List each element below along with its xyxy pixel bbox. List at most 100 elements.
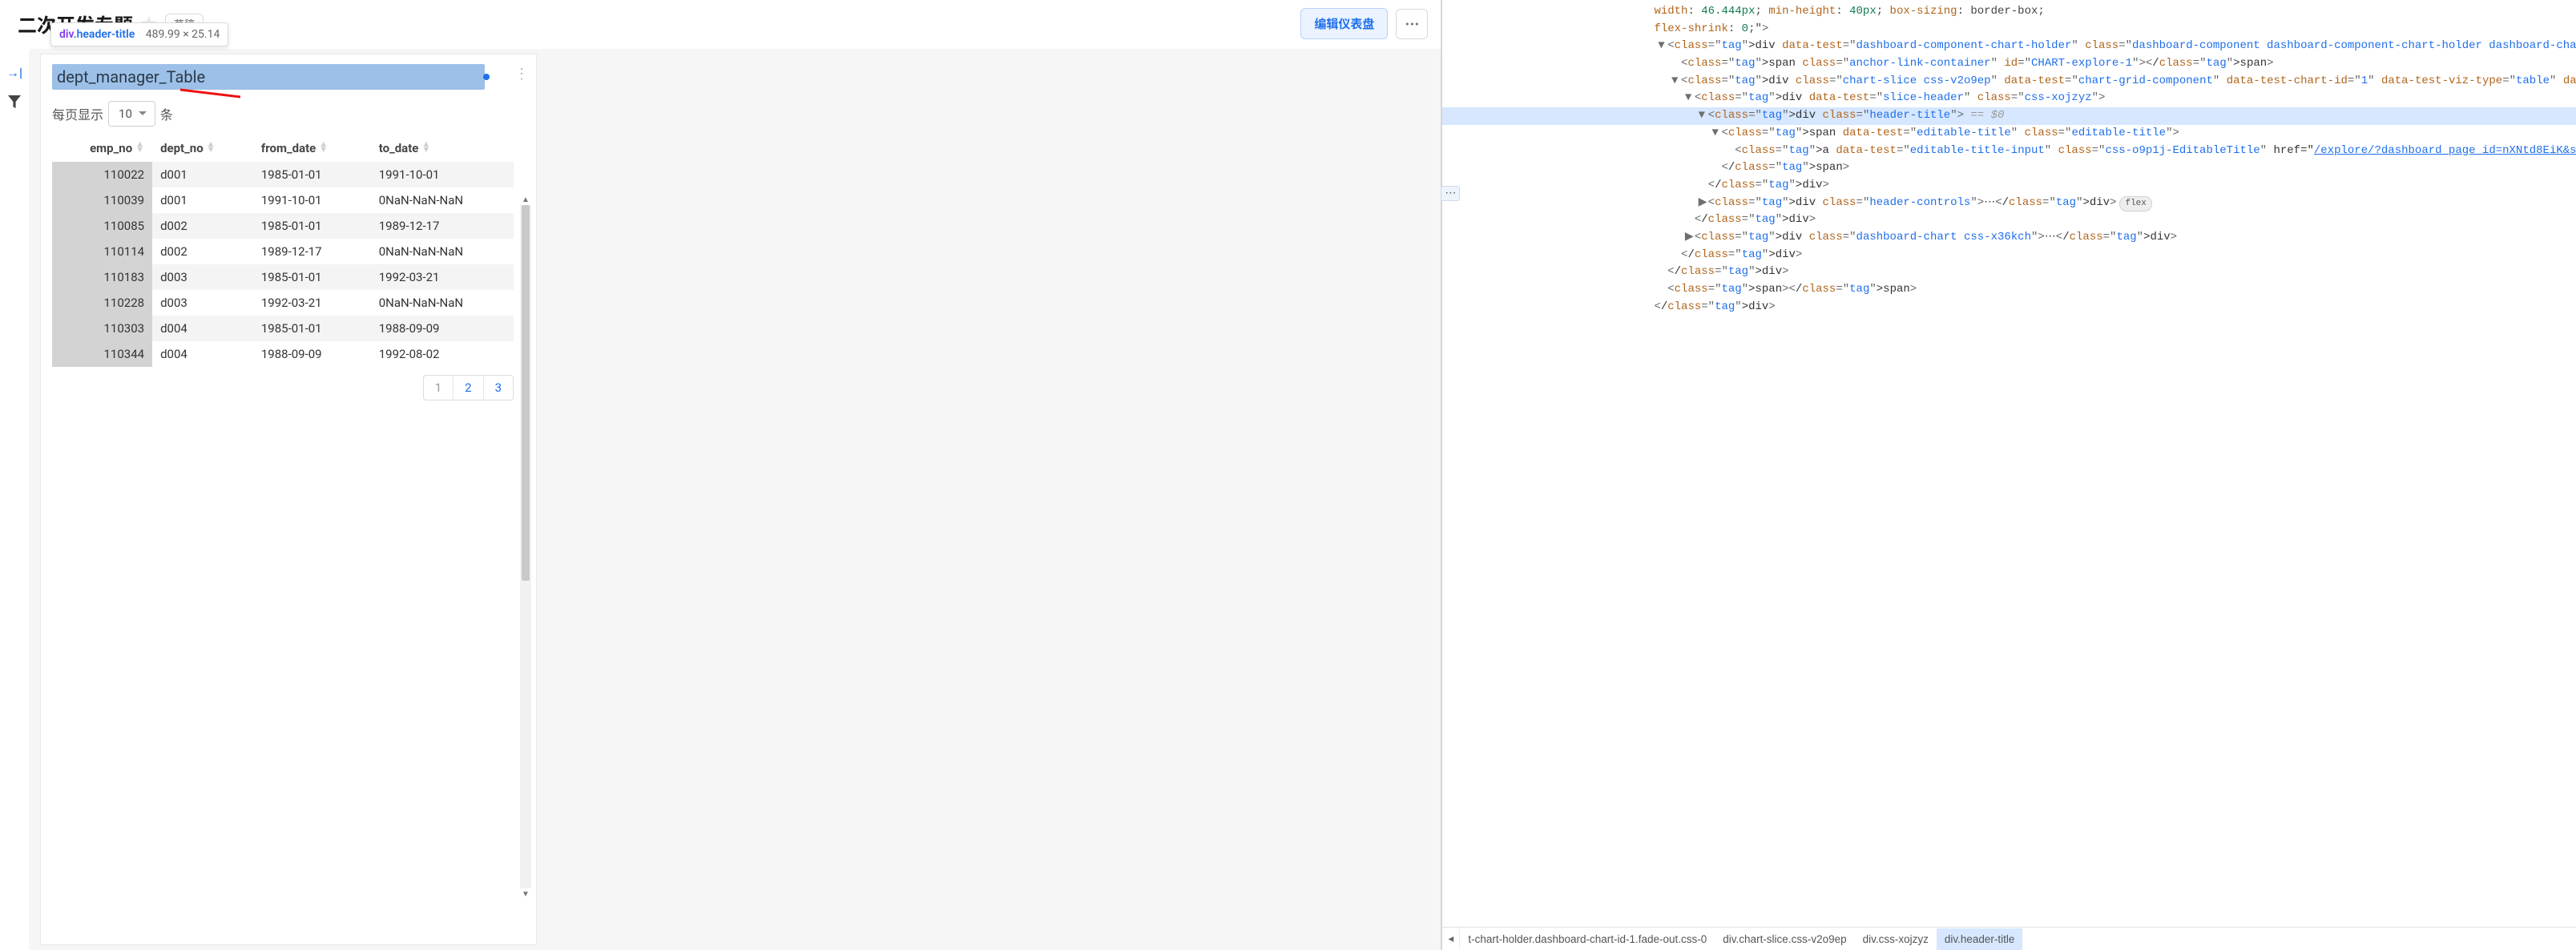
table-header-row: emp_no▲▼ dept_no▲▼ from_date▲▼ to_date▲▼ <box>52 135 514 162</box>
cell-from_date: 1985-01-01 <box>253 316 371 341</box>
dom-node[interactable]: ▼<class="tag">div class="chart-slice css… <box>1442 73 2576 91</box>
table-row[interactable]: 110085d0021985-01-011989-12-17 <box>52 213 514 239</box>
cell-emp_no: 110344 <box>52 341 152 367</box>
cell-emp_no: 110039 <box>52 187 152 213</box>
page-size-row: 每页显示 10 条 <box>52 101 514 127</box>
cell-dept_no: d003 <box>152 290 253 316</box>
dom-inline-style[interactable]: width: 46.444px; min-height: 40px; box-s… <box>1442 3 2576 21</box>
cell-to_date: 0NaN-NaN-NaN <box>371 290 514 316</box>
side-rail: →| <box>0 49 29 950</box>
devtools-pane: ⋯ width: 46.444px; min-height: 40px; box… <box>1442 0 2576 950</box>
cell-to_date: 0NaN-NaN-NaN <box>371 187 514 213</box>
table-row[interactable]: 110022d0011985-01-011991-10-01 <box>52 162 514 187</box>
cell-to_date: 1989-12-17 <box>371 213 514 239</box>
devtools-row-actions-icon[interactable]: ⋯ <box>1441 186 1460 201</box>
page-1[interactable]: 1 <box>424 376 453 400</box>
chart-menu-icon[interactable]: ⋮ <box>514 66 530 83</box>
table-row[interactable]: 110303d0041985-01-011988-09-09 <box>52 316 514 341</box>
table-row[interactable]: 110228d0031992-03-210NaN-NaN-NaN <box>52 290 514 316</box>
page-size-label-after: 条 <box>160 104 173 123</box>
cell-dept_no: d001 <box>152 187 253 213</box>
dom-node[interactable]: </class="tag">div> <box>1442 264 2576 281</box>
col-dept_no[interactable]: dept_no▲▼ <box>152 135 253 162</box>
cell-to_date: 1992-08-02 <box>371 341 514 367</box>
dom-node[interactable]: </class="tag">span> <box>1442 159 2576 177</box>
cell-from_date: 1988-09-09 <box>253 341 371 367</box>
col-emp_no[interactable]: emp_no▲▼ <box>52 135 152 162</box>
table-row[interactable]: 110114d0021989-12-170NaN-NaN-NaN <box>52 239 514 264</box>
chart-title-text: dept_manager_Table <box>57 67 205 87</box>
cell-from_date: 1989-12-17 <box>253 239 371 264</box>
table-scrollbar[interactable]: ▲ ▼ <box>520 205 531 888</box>
page-size-select[interactable]: 10 <box>108 101 155 127</box>
table-row[interactable]: 110039d0011991-10-010NaN-NaN-NaN <box>52 187 514 213</box>
dom-node[interactable]: </class="tag">div> <box>1442 211 2576 229</box>
tooltip-dimensions: 489.99 × 25.14 <box>146 28 220 41</box>
page-3[interactable]: 3 <box>483 376 513 400</box>
edit-dashboard-button[interactable]: 编辑仪表盘 <box>1300 8 1388 39</box>
table-row[interactable]: 110183d0031985-01-011992-03-21 <box>52 264 514 290</box>
breadcrumb-item[interactable]: div.chart-slice.css-v2o9ep <box>1715 928 1854 950</box>
dom-node-selected[interactable]: ▼<class="tag">div class="header-title"> … <box>1442 107 2576 125</box>
pagination: 1 2 3 <box>423 375 514 401</box>
breadcrumb-item[interactable]: div.css-xojzyz <box>1855 928 1937 950</box>
dom-node[interactable]: <class="tag">a data-test="editable-title… <box>1442 143 2576 160</box>
scroll-down-icon[interactable]: ▼ <box>520 888 531 900</box>
expand-sidebar-icon[interactable]: →| <box>6 65 22 81</box>
cell-dept_no: d001 <box>152 162 253 187</box>
dom-node[interactable]: </class="tag">div> <box>1442 247 2576 264</box>
dom-node[interactable]: ▼<class="tag">div data-test="dashboard-c… <box>1442 38 2576 55</box>
cell-from_date: 1985-01-01 <box>253 213 371 239</box>
dashboard-more-button[interactable]: ⋯ <box>1396 9 1428 39</box>
cell-to_date: 1992-03-21 <box>371 264 514 290</box>
breadcrumb-item[interactable]: t-chart-holder.dashboard-chart-id-1.fade… <box>1460 928 1715 950</box>
cell-emp_no: 110303 <box>52 316 152 341</box>
dom-node[interactable]: ▶<class="tag">div class="header-controls… <box>1442 195 2576 212</box>
scroll-up-icon[interactable]: ▲ <box>520 194 531 205</box>
dom-tree[interactable]: width: 46.444px; min-height: 40px; box-s… <box>1442 0 2576 927</box>
dom-node[interactable]: ▼<class="tag">span data-test="editable-t… <box>1442 125 2576 143</box>
cell-from_date: 1992-03-21 <box>253 290 371 316</box>
chart-card: div.header-title 489.99 × 25.14 ⋮ dept_m… <box>40 54 537 945</box>
cell-emp_no: 110183 <box>52 264 152 290</box>
dashboard-pane: 二次开发专题 草稿 编辑仪表盘 ⋯ →| div.header-title 48… <box>0 0 1442 950</box>
dom-node[interactable]: </class="tag">div> <box>1442 299 2576 316</box>
breadcrumb-item-selected[interactable]: div.header-title <box>1937 928 2023 950</box>
table-row[interactable]: 110344d0041988-09-091992-08-02 <box>52 341 514 367</box>
cell-from_date: 1985-01-01 <box>253 264 371 290</box>
page-2[interactable]: 2 <box>453 376 482 400</box>
breadcrumb-back-icon[interactable]: ◂ <box>1442 928 1460 950</box>
cell-to_date: 1988-09-09 <box>371 316 514 341</box>
tooltip-tag: div <box>59 28 74 41</box>
devtools-breadcrumbs: ◂ t-chart-holder.dashboard-chart-id-1.fa… <box>1442 927 2576 950</box>
dom-node[interactable]: <class="tag">span class="anchor-link-con… <box>1442 55 2576 73</box>
scroll-thumb[interactable] <box>522 205 530 581</box>
element-inspector-tooltip: div.header-title 489.99 × 25.14 <box>50 22 228 46</box>
dom-node[interactable]: ▶<class="tag">div class="dashboard-chart… <box>1442 229 2576 247</box>
dashboard-body: →| div.header-title 489.99 × 25.14 ⋮ dep… <box>0 49 1441 950</box>
tooltip-class: .header-title <box>74 28 135 41</box>
col-from_date[interactable]: from_date▲▼ <box>253 135 371 162</box>
cell-dept_no: d002 <box>152 239 253 264</box>
page-size-label-before: 每页显示 <box>52 104 103 123</box>
cell-from_date: 1985-01-01 <box>253 162 371 187</box>
cell-emp_no: 110085 <box>52 213 152 239</box>
chart-title-highlighted[interactable]: dept_manager_Table <box>52 64 485 90</box>
cell-to_date: 1991-10-01 <box>371 162 514 187</box>
cell-emp_no: 110114 <box>52 239 152 264</box>
dom-node[interactable]: <class="tag">span></class="tag">span> <box>1442 281 2576 299</box>
cell-to_date: 0NaN-NaN-NaN <box>371 239 514 264</box>
dom-node[interactable]: ▼<class="tag">div data-test="slice-heade… <box>1442 90 2576 107</box>
inspector-anchor-dot <box>483 74 490 80</box>
filter-icon[interactable] <box>8 95 21 108</box>
cell-dept_no: d002 <box>152 213 253 239</box>
cell-dept_no: d003 <box>152 264 253 290</box>
dom-node[interactable]: </class="tag">div> <box>1442 177 2576 195</box>
cell-from_date: 1991-10-01 <box>253 187 371 213</box>
cell-emp_no: 110228 <box>52 290 152 316</box>
cell-emp_no: 110022 <box>52 162 152 187</box>
col-to_date[interactable]: to_date▲▼ <box>371 135 514 162</box>
cell-dept_no: d004 <box>152 316 253 341</box>
dom-inline-style[interactable]: flex-shrink: 0;"> <box>1442 21 2576 38</box>
data-table: emp_no▲▼ dept_no▲▼ from_date▲▼ to_date▲▼… <box>52 135 514 367</box>
